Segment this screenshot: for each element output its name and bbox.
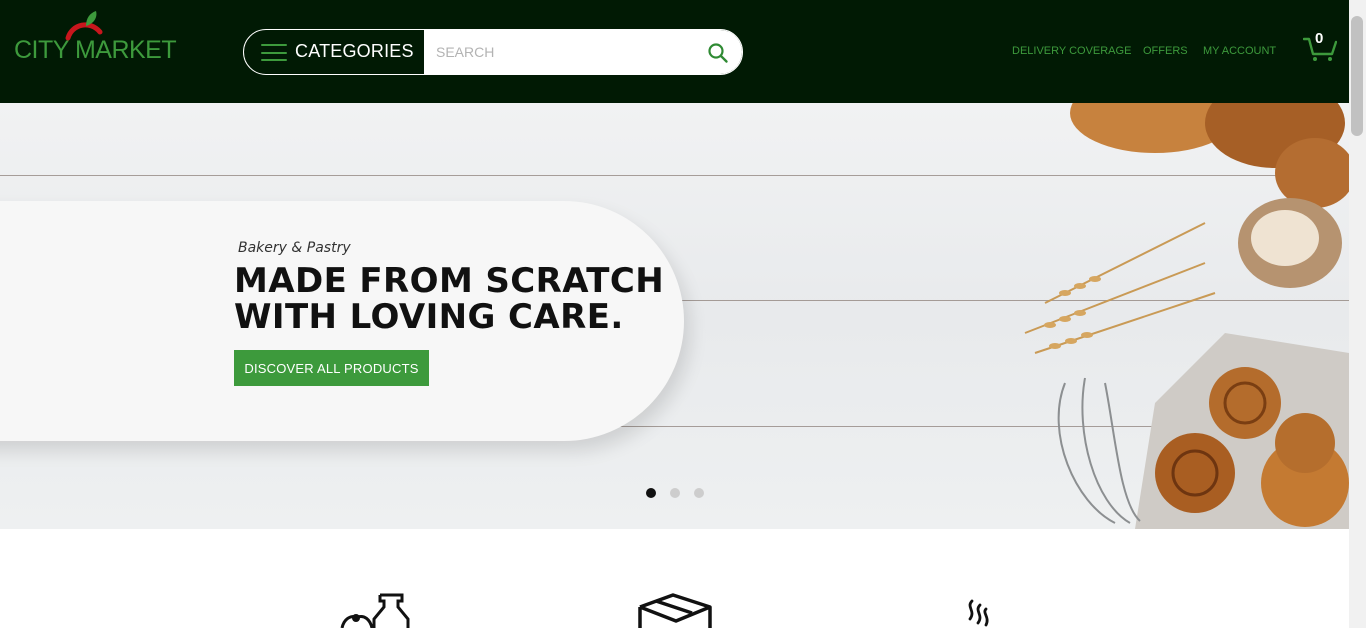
nav-delivery-coverage[interactable]: DELIVERY COVERAGE [1012,45,1131,57]
bakery-pastry-image [1024,103,1349,529]
box-icon [638,593,712,628]
nav-offers[interactable]: OFFERS [1143,45,1188,57]
hero-kicker: Bakery & Pastry [238,240,351,256]
search-bar: CATEGORIES [243,29,743,75]
slider-dot-2[interactable] [670,488,680,498]
scrollbar-thumb[interactable] [1351,16,1363,136]
categories-button[interactable]: CATEGORIES [244,30,424,74]
categories-label: CATEGORIES [295,41,414,61]
hamburger-menu-icon [261,44,287,61]
hero-title: MADE FROM SCRATCH WITH LOVING CARE. [234,263,664,335]
search-icon[interactable] [707,42,729,64]
site-header: CITY MARKET CATEGORIES DELIVERY COVERAGE… [0,0,1349,103]
city-market-logo[interactable]: CITY MARKET [14,10,177,66]
search-field [424,30,742,74]
milk-bottle-icon [340,593,410,628]
cart-count-badge: 0 [1315,30,1324,47]
search-input[interactable] [424,30,696,74]
hero-title-line-1: MADE FROM SCRATCH [234,261,665,301]
slider-dot-3[interactable] [694,488,704,498]
hero-title-line-2: WITH LOVING CARE. [234,297,624,337]
discover-products-button[interactable]: DISCOVER ALL PRODUCTS [234,350,429,386]
logo-text: CITY MARKET [14,36,177,64]
hero-slider: Bakery & Pastry MADE FROM SCRATCH WITH L… [0,103,1349,529]
nav-my-account[interactable]: MY ACCOUNT [1203,45,1276,57]
slider-dot-1[interactable] [646,488,656,498]
steam-icon [968,599,989,627]
features-strip [0,529,1349,628]
